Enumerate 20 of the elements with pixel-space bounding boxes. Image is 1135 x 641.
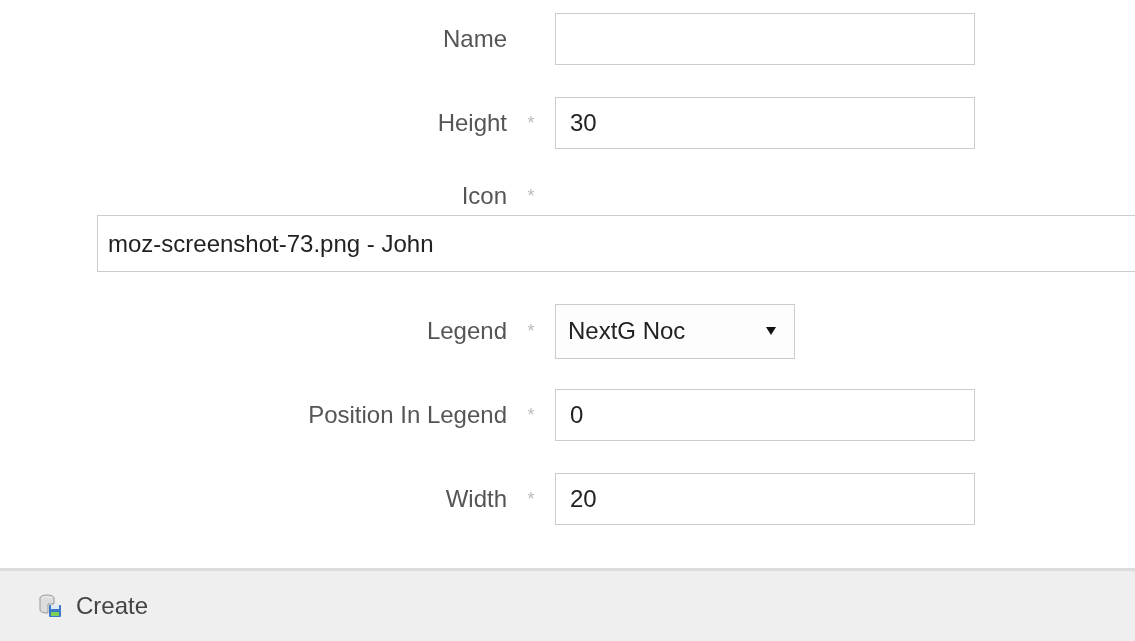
input-field[interactable]: moz-screenshot-73.png - John [97, 215, 1135, 272]
required-mark: * [526, 488, 536, 510]
dropdown[interactable]: NextG Noc [555, 303, 795, 359]
field-label: Width [444, 485, 507, 513]
create-button[interactable]: Create [38, 588, 149, 624]
required-mark: * [526, 404, 536, 426]
caret-icon [766, 327, 776, 335]
field-label: Icon [460, 182, 507, 210]
required-mark: * [526, 320, 536, 342]
field-label: Name [441, 25, 507, 53]
required-mark: * [526, 185, 536, 207]
field-label: Legend [425, 317, 507, 345]
input-field[interactable]: 30 [555, 97, 975, 149]
field-label: Height [436, 109, 507, 137]
required-mark: * [526, 112, 536, 134]
input-field[interactable] [555, 13, 975, 65]
input-field[interactable]: 0 [555, 389, 975, 441]
input-field[interactable]: 20 [555, 473, 975, 525]
database-save-icon [38, 594, 62, 618]
field-label: Position In Legend [307, 401, 507, 429]
